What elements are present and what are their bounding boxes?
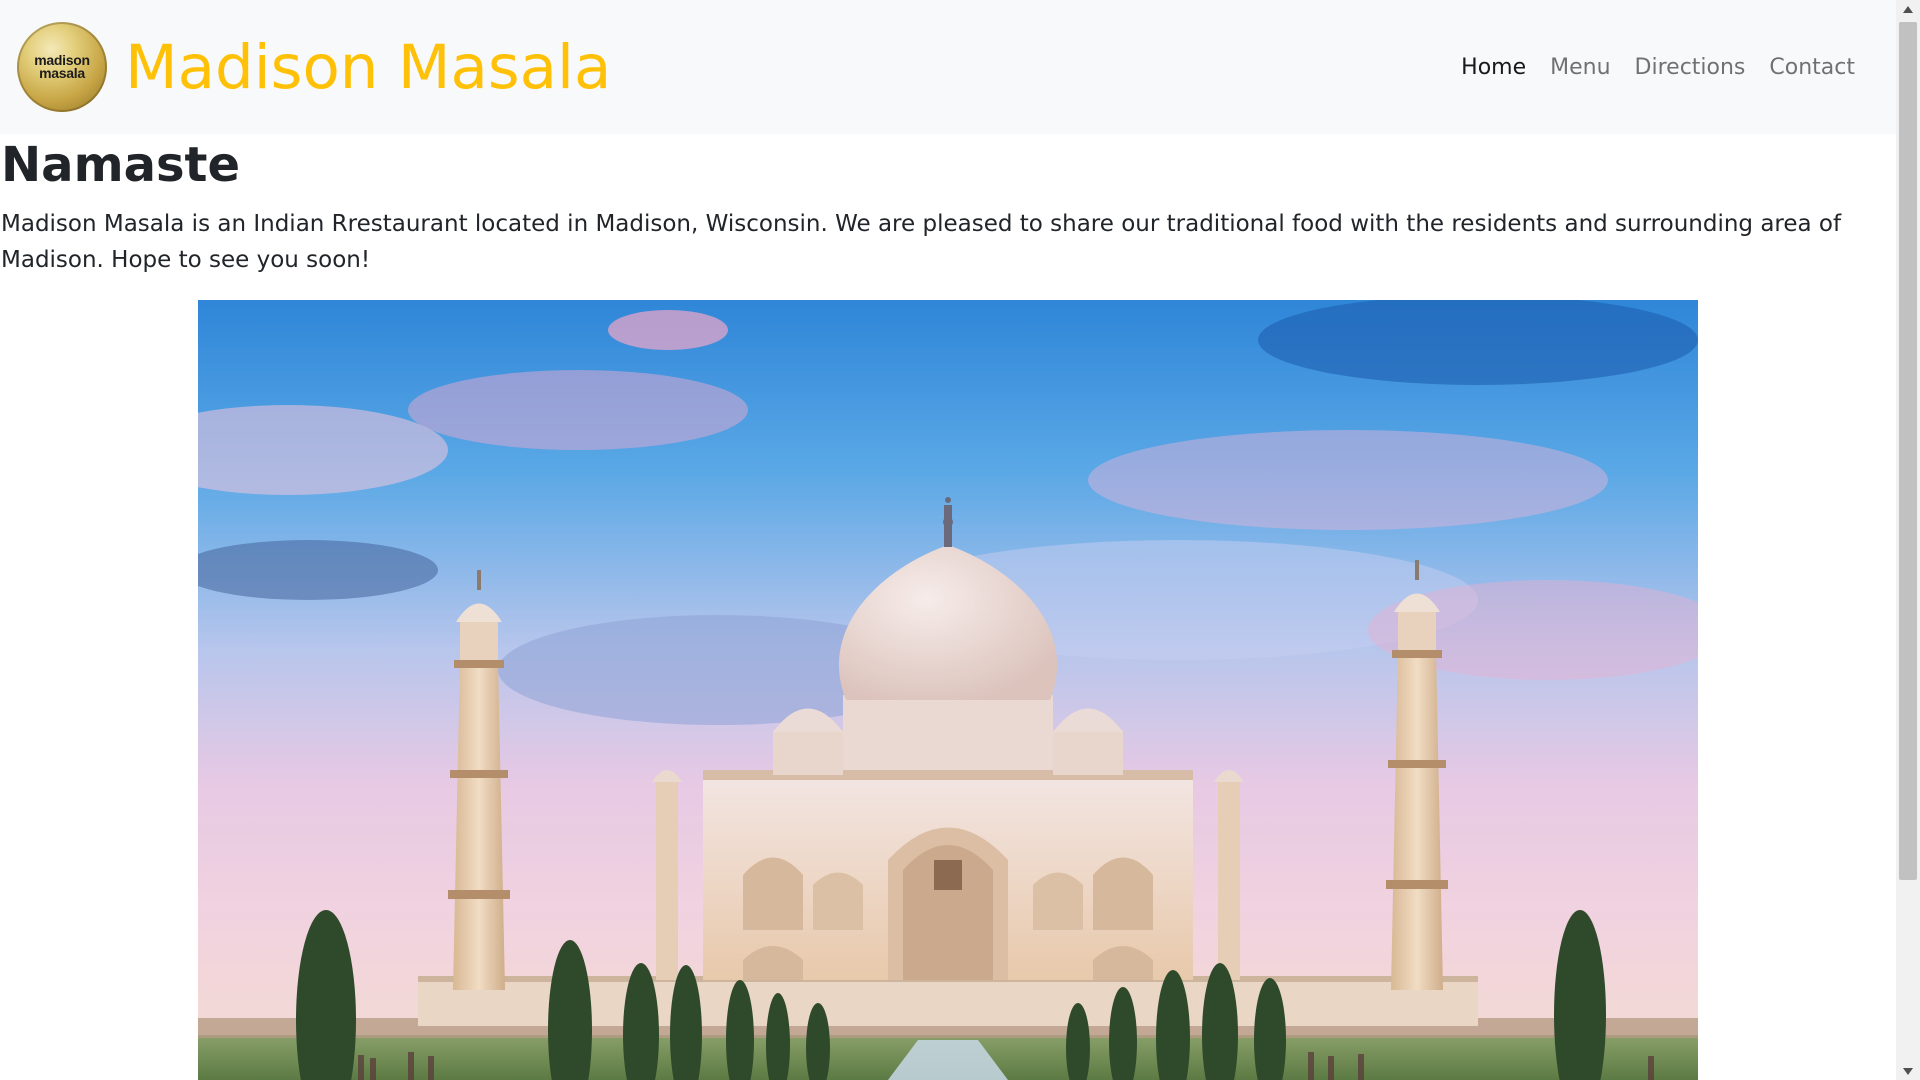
nav-contact[interactable]: Contact (1757, 55, 1867, 80)
intro-paragraph: Madison Masala is an Indian Rrestaurant … (1, 211, 1842, 273)
brand-link[interactable]: madison masala Madison Masala (17, 22, 611, 112)
scroll-down-arrow-icon[interactable] (1896, 1062, 1920, 1080)
brand-logo: madison masala (17, 22, 107, 112)
nav-home[interactable]: Home (1449, 55, 1538, 80)
vertical-scrollbar[interactable] (1896, 0, 1920, 1080)
page: madison masala Madison Masala Home Menu … (0, 0, 1896, 1080)
brand-name: Madison Masala (125, 31, 612, 103)
scroll-up-arrow-icon[interactable] (1896, 0, 1920, 18)
logo-text-line2: masala (39, 65, 85, 81)
nav-menu: Home Menu Directions Contact (1449, 0, 1867, 134)
nav-directions[interactable]: Directions (1623, 55, 1758, 80)
scroll-thumb[interactable] (1899, 22, 1917, 880)
hero-image (198, 300, 1698, 1080)
navbar: madison masala Madison Masala Home Menu … (0, 0, 1896, 134)
page-heading: Namaste (1, 137, 241, 193)
nav-menu-link[interactable]: Menu (1538, 55, 1622, 80)
